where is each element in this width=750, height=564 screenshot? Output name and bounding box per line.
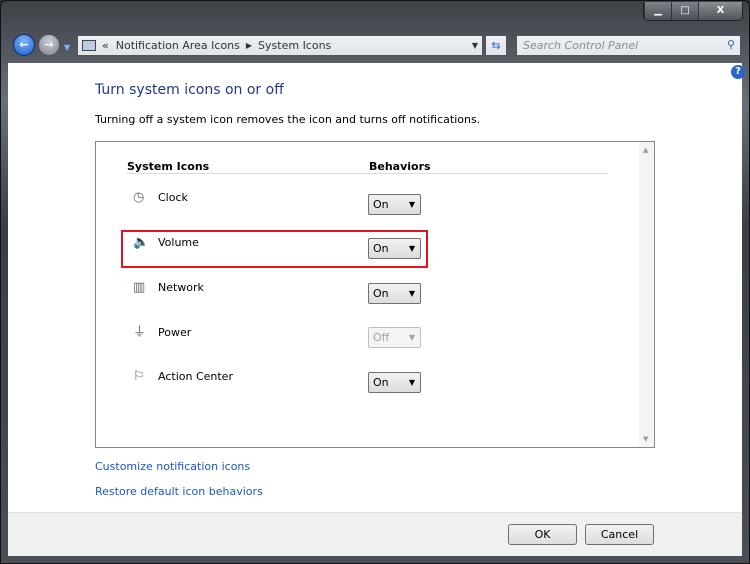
breadcrumb-system-icons[interactable]: System Icons: [258, 39, 331, 52]
address-bar[interactable]: « Notification Area Icons ▶ System Icons…: [77, 35, 483, 56]
breadcrumb-notification-area-icons[interactable]: Notification Area Icons: [116, 39, 240, 52]
help-icon[interactable]: ?: [731, 65, 745, 79]
close-button[interactable]: X: [698, 2, 742, 20]
power-behavior-select: Off ▼: [368, 327, 421, 348]
customize-notification-icons-link[interactable]: Customize notification icons: [95, 460, 250, 473]
select-value: On: [373, 287, 389, 300]
forward-button[interactable]: →: [38, 34, 60, 56]
cancel-button[interactable]: Cancel: [585, 524, 654, 545]
ok-button[interactable]: OK: [508, 524, 577, 545]
scroll-down-icon[interactable]: ▼: [643, 435, 648, 443]
chevron-down-icon: ▼: [408, 378, 415, 387]
recent-pages-dropdown[interactable]: ▼: [64, 43, 70, 52]
system-icons-list: System Icons Behaviors ◷ Clock On ▼ 🔈 Vol…: [95, 141, 655, 448]
item-label: Network: [158, 281, 204, 294]
address-dropdown-icon[interactable]: ▼: [472, 41, 478, 50]
back-button[interactable]: ←: [13, 34, 35, 56]
search-placeholder: Search Control Panel: [523, 39, 639, 52]
page-title: Turn system icons on or off: [95, 82, 284, 98]
action-center-behavior-select[interactable]: On ▼: [368, 372, 421, 393]
chevron-down-icon: ▼: [408, 333, 415, 342]
maximize-button[interactable]: □: [671, 2, 698, 20]
chevron-down-icon: ▼: [408, 200, 415, 209]
breadcrumb-overflow[interactable]: «: [102, 39, 109, 52]
control-panel-icon: [82, 40, 96, 51]
scroll-up-icon[interactable]: ▲: [643, 146, 648, 154]
header-divider: [127, 173, 608, 174]
clock-icon: ◷: [133, 190, 145, 205]
search-input[interactable]: Search Control Panel ⚲: [516, 35, 741, 56]
page-description: Turning off a system icon removes the ic…: [95, 113, 481, 126]
select-value: On: [373, 376, 389, 389]
clock-behavior-select[interactable]: On ▼: [368, 194, 421, 215]
caption-buttons: ▁ □ X: [643, 2, 743, 21]
refresh-button[interactable]: ⇆: [485, 35, 507, 56]
power-plug-icon: ⏚: [133, 325, 147, 340]
select-value: On: [373, 198, 389, 211]
highlight-box: [121, 230, 428, 268]
restore-default-behaviors-link[interactable]: Restore default icon behaviors: [95, 485, 263, 498]
breadcrumb-arrow-icon[interactable]: ▶: [246, 41, 252, 50]
minimize-button[interactable]: ▁: [644, 2, 671, 20]
select-value: Off: [373, 331, 390, 344]
button-bar: OK Cancel: [8, 512, 742, 556]
column-header-behaviors: Behaviors: [369, 160, 431, 173]
search-icon[interactable]: ⚲: [727, 38, 735, 51]
vertical-scrollbar[interactable]: ▲ ▼: [639, 142, 654, 447]
column-header-system-icons: System Icons: [127, 160, 210, 173]
chevron-down-icon: ▼: [408, 289, 415, 298]
network-behavior-select[interactable]: On ▼: [368, 283, 421, 304]
item-label: Action Center: [158, 370, 233, 383]
content-pane: ? Turn system icons on or off Turning of…: [8, 63, 745, 512]
flag-icon: ⚐: [133, 369, 145, 384]
item-label: Clock: [158, 191, 188, 204]
network-icon: ▥: [133, 280, 146, 295]
item-label: Power: [158, 326, 192, 339]
